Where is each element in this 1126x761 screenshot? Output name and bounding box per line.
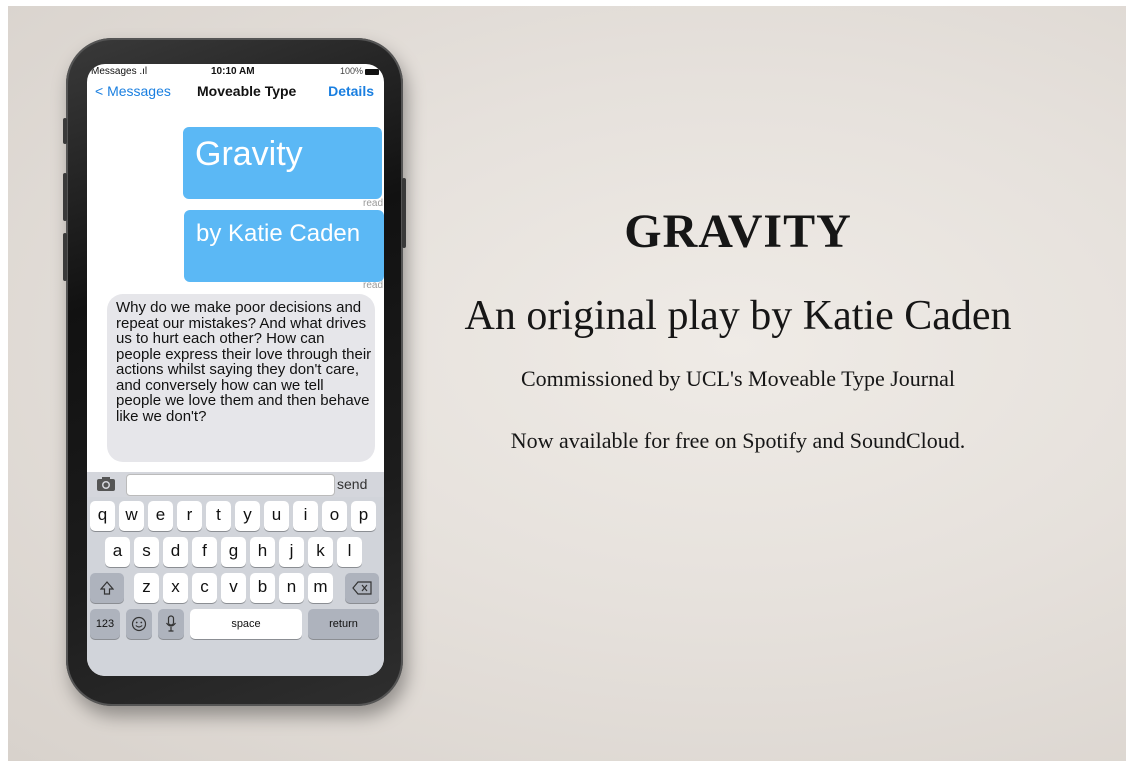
message-text-input[interactable] bbox=[126, 474, 335, 496]
key[interactable]: u bbox=[264, 501, 289, 531]
key[interactable]: f bbox=[192, 537, 217, 567]
key[interactable]: i bbox=[293, 501, 318, 531]
back-to-messages-link[interactable]: < Messages bbox=[95, 83, 171, 99]
numbers-key[interactable]: 123 bbox=[90, 609, 120, 639]
battery-percent: 100% bbox=[339, 66, 363, 76]
phone-screen: Messages .ıl 10:10 AM 100% < Messages Mo… bbox=[87, 64, 384, 676]
details-link[interactable]: Details bbox=[328, 83, 374, 99]
key[interactable]: c bbox=[192, 573, 217, 603]
conversation-header: < Messages Moveable Type Details bbox=[87, 81, 384, 101]
send-button[interactable]: send bbox=[337, 476, 367, 492]
message-text: by Katie Caden bbox=[196, 220, 361, 247]
shift-key[interactable] bbox=[90, 573, 124, 603]
read-receipt: read bbox=[363, 198, 384, 209]
key[interactable]: g bbox=[221, 537, 246, 567]
phone: Messages .ıl 10:10 AM 100% < Messages Mo… bbox=[63, 38, 406, 706]
key[interactable]: n bbox=[279, 573, 304, 603]
keyboard-row-4: 123 space return bbox=[87, 609, 384, 643]
keyboard-row-2: a s d f g h j k l bbox=[87, 537, 384, 571]
status-time: 10:10 AM bbox=[211, 66, 255, 77]
backspace-key[interactable] bbox=[345, 573, 379, 603]
keyboard-row-3: z x c v b n m bbox=[87, 573, 384, 607]
key[interactable]: d bbox=[163, 537, 188, 567]
key[interactable]: b bbox=[250, 573, 275, 603]
key[interactable]: v bbox=[221, 573, 246, 603]
message-text: Why do we make poor decisions and repeat… bbox=[116, 299, 372, 425]
availability-line: Now available for free on Spotify and So… bbox=[510, 428, 966, 453]
volume-down-button bbox=[63, 233, 67, 281]
read-receipt: read bbox=[363, 280, 384, 291]
battery-icon bbox=[365, 68, 379, 75]
camera-icon[interactable] bbox=[96, 476, 116, 496]
outgoing-message: by Katie Caden bbox=[184, 210, 384, 282]
mute-switch bbox=[63, 118, 67, 144]
carrier-label: Messages .ıl bbox=[91, 66, 148, 77]
power-button bbox=[402, 178, 406, 248]
microphone-icon[interactable] bbox=[158, 609, 184, 639]
key[interactable]: j bbox=[279, 537, 304, 567]
key[interactable]: w bbox=[119, 501, 144, 531]
message-input-bar: send bbox=[87, 472, 384, 497]
volume-up-button bbox=[63, 173, 67, 221]
outgoing-message: Gravity bbox=[183, 127, 382, 199]
key[interactable]: q bbox=[90, 501, 115, 531]
key[interactable]: m bbox=[308, 573, 333, 603]
incoming-message: Why do we make poor decisions and repeat… bbox=[107, 294, 375, 462]
poster: Messages .ıl 10:10 AM 100% < Messages Mo… bbox=[8, 6, 1126, 761]
key[interactable]: p bbox=[351, 501, 376, 531]
message-text: Gravity bbox=[195, 135, 303, 173]
key[interactable]: o bbox=[322, 501, 347, 531]
key[interactable]: z bbox=[134, 573, 159, 603]
key[interactable]: k bbox=[308, 537, 333, 567]
key[interactable]: y bbox=[235, 501, 260, 531]
key[interactable]: x bbox=[163, 573, 188, 603]
key[interactable]: s bbox=[134, 537, 159, 567]
status-bar: Messages .ıl 10:10 AM 100% bbox=[87, 64, 384, 80]
key[interactable]: l bbox=[337, 537, 362, 567]
key[interactable]: t bbox=[206, 501, 231, 531]
poster-subtitle: An original play by Katie Caden bbox=[464, 293, 1012, 339]
emoji-icon[interactable] bbox=[126, 609, 152, 639]
poster-title: GRAVITY bbox=[624, 205, 852, 258]
keyboard: q w e r t y u i o p a s d f g h j k l z … bbox=[87, 497, 384, 676]
key[interactable]: e bbox=[148, 501, 173, 531]
key[interactable]: a bbox=[105, 537, 130, 567]
key[interactable]: r bbox=[177, 501, 202, 531]
commission-line: Commissioned by UCL's Moveable Type Jour… bbox=[520, 366, 956, 391]
conversation-title: Moveable Type bbox=[197, 83, 297, 99]
status-indicators: 100% bbox=[340, 66, 379, 76]
keyboard-row-1: q w e r t y u i o p bbox=[87, 501, 384, 535]
return-key[interactable]: return bbox=[308, 609, 379, 639]
key[interactable]: h bbox=[250, 537, 275, 567]
space-key[interactable]: space bbox=[190, 609, 302, 639]
